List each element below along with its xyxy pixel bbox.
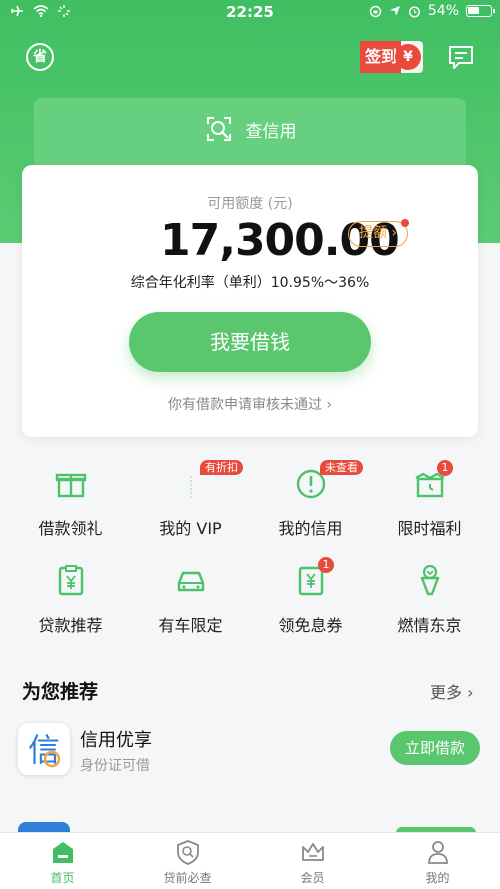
borrow-now-button[interactable]: 立即借款 <box>390 731 480 765</box>
yen-coin-icon: ¥ <box>395 41 424 73</box>
status-bar: 22:25 54% <box>0 0 500 26</box>
tab-home[interactable]: 首页 <box>0 833 125 889</box>
credit-check-button[interactable]: 查信用 <box>34 98 466 168</box>
grid-item-tokyo[interactable]: 燃情东京 <box>367 555 492 645</box>
product-subtitle: 身份证可借 <box>80 758 150 774</box>
crown-icon <box>302 843 324 861</box>
quota-label: 可用额度 (元) <box>207 196 293 212</box>
grid-item-loan-recommend[interactable]: 贷款推荐 <box>8 555 133 645</box>
grid-item-my-credit[interactable]: 未查看 我的信用 <box>248 458 373 548</box>
credit-logo-icon: 信 <box>28 731 61 769</box>
quota-card: 可用额度 (元) 17,300.00 提额 › 综合年化利率（单利）10.95%… <box>22 165 478 437</box>
tab-mine[interactable]: 我的 <box>375 833 500 889</box>
notification-dot <box>401 219 409 227</box>
save-money-icon[interactable]: 省 <box>26 43 54 71</box>
alarm-icon <box>408 5 420 18</box>
product-logo: 信 <box>18 723 70 775</box>
shield-icon <box>177 840 199 865</box>
bottom-tab-bar: 首页 贷前必查 会员 我的 <box>0 832 500 889</box>
svg-text:信: 信 <box>28 731 60 769</box>
grid-item-free-coupon[interactable]: 1 领免息券 <box>248 555 373 645</box>
count-badge: 1 <box>437 460 453 476</box>
profile-icon <box>428 841 448 864</box>
location-icon <box>389 6 400 16</box>
credit-search-icon <box>206 117 231 141</box>
battery-percent: 54% <box>427 3 459 19</box>
grid-item-my-vip[interactable]: 有折扣 我的 VIP <box>128 458 253 548</box>
product-logo-partial <box>18 822 70 832</box>
borrow-money-button[interactable]: 我要借钱 <box>129 312 371 372</box>
clipboard-yen-icon <box>58 565 84 596</box>
grid-item-loan-gift[interactable]: 借款领礼 <box>8 458 133 548</box>
message-icon[interactable] <box>447 43 475 71</box>
signin-button[interactable]: 签到 ¥ <box>360 41 424 73</box>
credit-check-label: 查信用 <box>245 121 297 142</box>
discount-tag: 有折扣 <box>200 460 243 475</box>
unviewed-tag: 未查看 <box>320 460 363 475</box>
car-icon <box>177 571 205 592</box>
interest-rate-text: 综合年化利率（单利）10.95%～36% <box>130 275 370 291</box>
product-name: 信用优享 <box>80 730 152 751</box>
battery-icon <box>466 5 495 17</box>
torch-icon <box>420 564 440 596</box>
grid-item-car-limited[interactable]: 有车限定 <box>128 555 253 645</box>
more-link[interactable]: 更多 › <box>430 679 474 703</box>
tab-member[interactable]: 会员 <box>250 833 375 889</box>
grid-item-limited-benefit[interactable]: 1 限时福利 <box>367 458 492 548</box>
recommend-section-title: 为您推荐 <box>22 681 99 703</box>
home-icon <box>53 842 73 863</box>
raise-limit-button[interactable]: 提额 › <box>348 221 408 247</box>
orientation-lock-icon <box>369 5 382 17</box>
count-badge: 1 <box>318 557 334 573</box>
gift-icon <box>55 473 87 498</box>
product-row[interactable]: 信 信用优享 身份证可借 立即借款 <box>0 720 500 780</box>
tab-pre-loan-check[interactable]: 贷前必查 <box>125 833 250 889</box>
loan-review-notice[interactable]: 你有借款申请审核未通过 › <box>22 394 478 414</box>
